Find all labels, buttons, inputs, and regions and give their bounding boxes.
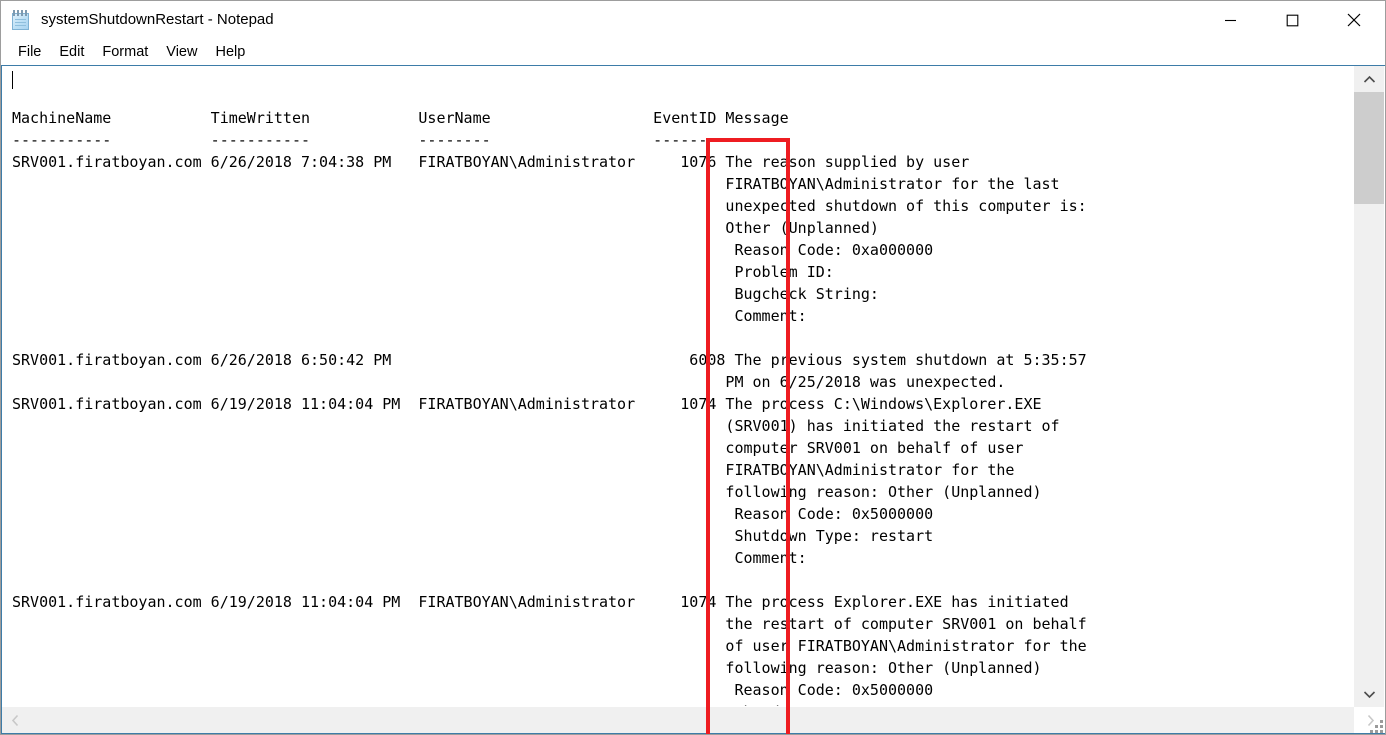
window-bottom-edge (1, 733, 1385, 734)
close-button[interactable] (1323, 1, 1385, 39)
menu-item-edit[interactable]: Edit (50, 39, 93, 65)
minimize-icon (1224, 19, 1236, 21)
window-title: systemShutdownRestart - Notepad (41, 11, 274, 28)
menu-item-view[interactable]: View (157, 39, 206, 65)
document-text[interactable]: MachineName TimeWritten UserName EventID… (12, 85, 1087, 707)
resize-grip-icon[interactable] (1369, 719, 1383, 733)
title-bar[interactable]: systemShutdownRestart - Notepad (1, 1, 1385, 39)
vertical-scroll-thumb[interactable] (1354, 92, 1384, 204)
window-controls (1199, 1, 1385, 39)
horizontal-scrollbar[interactable] (2, 706, 1375, 734)
chevron-up-icon (1363, 75, 1375, 83)
vertical-scrollbar[interactable] (1353, 66, 1384, 707)
menu-item-format[interactable]: Format (93, 39, 157, 65)
menu-item-file[interactable]: File (9, 39, 50, 65)
notepad-icon (10, 9, 32, 31)
menu-item-help[interactable]: Help (206, 39, 254, 65)
scroll-up-button[interactable] (1354, 66, 1384, 92)
chevron-left-icon (11, 714, 19, 726)
maximize-icon (1286, 14, 1298, 26)
text-area[interactable]: MachineName TimeWritten UserName EventID… (2, 66, 1354, 707)
scroll-down-button[interactable] (1354, 681, 1384, 707)
close-icon (1347, 13, 1361, 27)
chevron-down-icon (1363, 690, 1375, 698)
notepad-window: systemShutdownRestart - Notepad File Edi… (0, 0, 1386, 735)
scroll-left-button[interactable] (2, 707, 29, 733)
menu-bar: File Edit Format View Help (1, 39, 1385, 65)
maximize-button[interactable] (1261, 1, 1323, 39)
editor-frame: MachineName TimeWritten UserName EventID… (1, 65, 1385, 734)
minimize-button[interactable] (1199, 1, 1261, 39)
